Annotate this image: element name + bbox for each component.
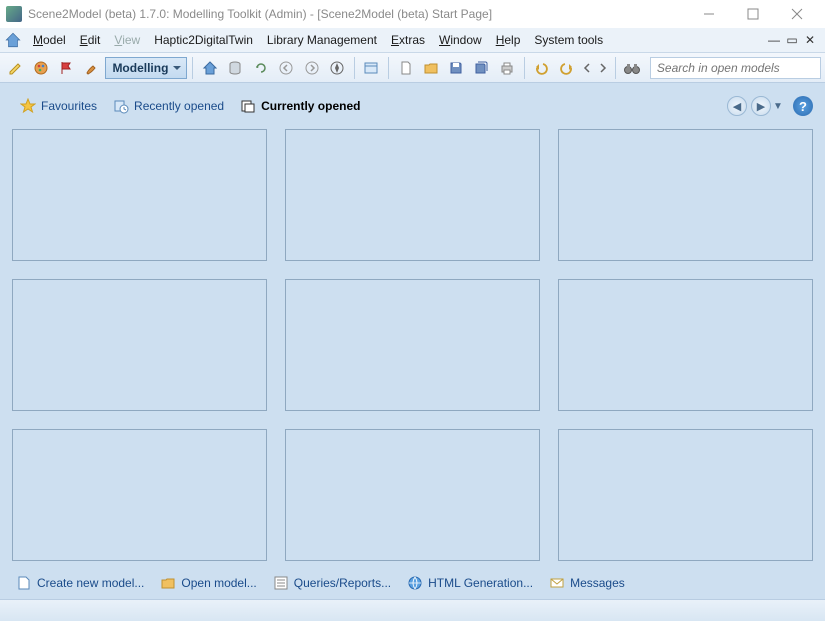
action-create-model[interactable]: Create new model... — [16, 575, 144, 591]
binoculars-icon[interactable] — [621, 56, 644, 80]
action-open-model[interactable]: Open model... — [160, 575, 256, 591]
home-button[interactable] — [198, 56, 221, 80]
start-page: Favourites Recently opened Currently ope… — [0, 83, 825, 599]
recent-icon — [113, 98, 129, 114]
compass-icon[interactable] — [325, 56, 348, 80]
window-icon[interactable] — [360, 56, 383, 80]
menu-help[interactable]: Help — [489, 30, 528, 50]
action-messages-label: Messages — [570, 576, 625, 590]
tab-currently-opened[interactable]: Currently opened — [232, 95, 368, 117]
action-open-label: Open model... — [181, 576, 256, 590]
model-grid — [12, 129, 813, 569]
menu-library[interactable]: Library Management — [260, 30, 384, 50]
undo-icon[interactable] — [530, 56, 553, 80]
model-slot[interactable] — [12, 279, 267, 411]
mode-selector[interactable]: Modelling — [105, 57, 187, 79]
messages-icon — [549, 575, 565, 591]
new-model-icon — [16, 575, 32, 591]
scroll-left-icon[interactable] — [580, 56, 594, 80]
brush-icon[interactable] — [80, 56, 103, 80]
scroll-right-icon[interactable] — [596, 56, 610, 80]
statusbar — [0, 599, 825, 621]
action-html-generation[interactable]: HTML Generation... — [407, 575, 533, 591]
model-slot[interactable] — [12, 129, 267, 261]
model-slot[interactable] — [558, 429, 813, 561]
nav-forward-icon[interactable] — [300, 56, 323, 80]
page-prev-button[interactable]: ◀ — [727, 96, 747, 116]
app-icon — [6, 6, 22, 22]
redo-icon[interactable] — [555, 56, 578, 80]
opened-icon — [240, 98, 256, 114]
help-button[interactable]: ? — [793, 96, 813, 116]
new-file-icon[interactable] — [394, 56, 417, 80]
model-slot[interactable] — [12, 429, 267, 561]
tab-recently-label: Recently opened — [134, 99, 224, 113]
menu-extras[interactable]: Extras — [384, 30, 432, 50]
flag-icon[interactable] — [55, 56, 78, 80]
menu-model[interactable]: Model — [26, 30, 73, 50]
page-menu-dropdown[interactable]: ▼ — [773, 101, 783, 112]
tab-favourites[interactable]: Favourites — [12, 95, 105, 117]
menu-haptic[interactable]: Haptic2DigitalTwin — [147, 30, 260, 50]
nav-back-icon[interactable] — [274, 56, 297, 80]
menu-edit[interactable]: Edit — [73, 30, 108, 50]
save-all-icon[interactable] — [470, 56, 493, 80]
menu-system-tools[interactable]: System tools — [527, 30, 610, 50]
star-icon — [20, 98, 36, 114]
action-messages[interactable]: Messages — [549, 575, 625, 591]
palette-icon[interactable] — [29, 56, 52, 80]
window-title: Scene2Model (beta) 1.7.0: Modelling Tool… — [28, 7, 492, 21]
mdi-minimize-button[interactable]: — — [767, 33, 781, 47]
start-tabs: Favourites Recently opened Currently ope… — [12, 93, 813, 119]
bottom-actions: Create new model... Open model... Querie… — [12, 569, 813, 591]
open-folder-icon[interactable] — [419, 56, 442, 80]
search-input[interactable] — [650, 57, 821, 79]
tab-currently-label: Currently opened — [261, 99, 360, 113]
model-slot[interactable] — [558, 129, 813, 261]
model-slot[interactable] — [285, 429, 540, 561]
maximize-button[interactable] — [731, 0, 775, 28]
tab-recently-opened[interactable]: Recently opened — [105, 95, 232, 117]
menu-window[interactable]: Window — [432, 30, 489, 50]
menubar: Model Edit View Haptic2DigitalTwin Libra… — [0, 28, 825, 53]
queries-icon — [273, 575, 289, 591]
home-icon[interactable] — [4, 31, 22, 49]
model-slot[interactable] — [285, 279, 540, 411]
close-button[interactable] — [775, 0, 819, 28]
mode-label: Modelling — [112, 61, 168, 75]
minimize-button[interactable] — [687, 0, 731, 28]
action-create-label: Create new model... — [37, 576, 144, 590]
action-queries-label: Queries/Reports... — [294, 576, 391, 590]
tab-favourites-label: Favourites — [41, 99, 97, 113]
toolbar: Modelling — [0, 53, 825, 83]
menu-view[interactable]: View — [107, 30, 147, 50]
mdi-restore-button[interactable]: ▭ — [785, 33, 799, 47]
refresh-icon[interactable] — [249, 56, 272, 80]
action-html-label: HTML Generation... — [428, 576, 533, 590]
page-next-button[interactable]: ▶ — [751, 96, 771, 116]
action-queries[interactable]: Queries/Reports... — [273, 575, 391, 591]
model-slot[interactable] — [285, 129, 540, 261]
mdi-close-button[interactable]: ✕ — [803, 33, 817, 47]
save-icon[interactable] — [445, 56, 468, 80]
edit-icon[interactable] — [4, 56, 27, 80]
database-icon[interactable] — [224, 56, 247, 80]
print-icon[interactable] — [495, 56, 518, 80]
model-slot[interactable] — [558, 279, 813, 411]
open-model-icon — [160, 575, 176, 591]
html-icon — [407, 575, 423, 591]
window-titlebar: Scene2Model (beta) 1.7.0: Modelling Tool… — [0, 0, 825, 28]
